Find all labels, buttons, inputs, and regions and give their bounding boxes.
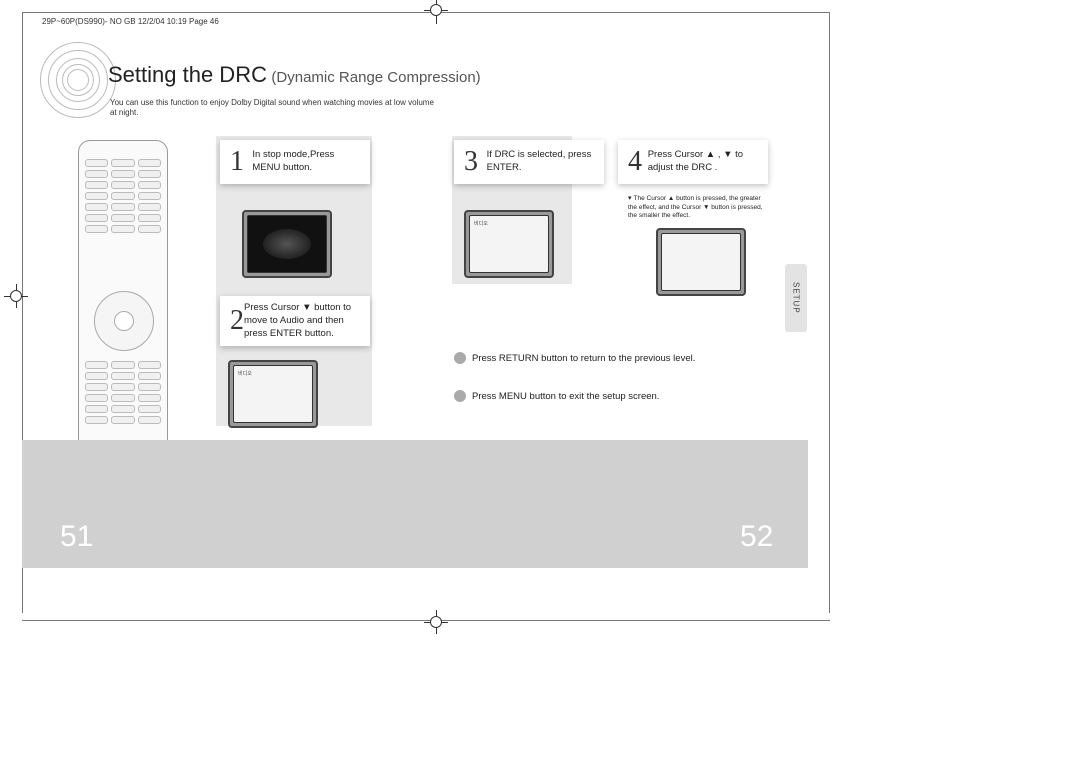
remote-illustration [78,140,168,480]
print-header: 29P~60P(DS990)- NO GB 12/2/04 10:19 Page… [42,17,219,26]
crop-mark [10,290,22,302]
menu-note: Press MENU button to exit the setup scre… [454,390,659,402]
step-text: If DRC is selected, press ENTER. [487,149,594,175]
dot-icon [454,390,466,402]
crop-mark [430,4,442,16]
tv-screenshot-4 [656,228,746,296]
tv-screenshot-1 [242,210,332,278]
page-title: Setting the DRC (Dynamic Range Compressi… [108,62,481,88]
manual-spread: 29P~60P(DS990)- NO GB 12/2/04 10:19 Page… [0,0,1080,763]
step-number: 1 [230,146,252,178]
osd-text: 비디오 [238,370,252,377]
bullet-icon: ▾ [628,195,632,202]
step-text: In stop mode,Press MENU button. [252,149,360,175]
step-number: 2 [230,305,244,337]
decorative-swirl-icon [40,42,116,118]
step4-note: ▾The Cursor ▲ button is pressed, the gre… [628,195,768,220]
dot-icon [454,352,466,364]
step-text: Press Cursor ▼ button to move to Audio a… [244,302,360,340]
title-main: Setting the DRC [108,62,267,87]
osd-text: 비디오 [474,220,488,227]
return-note: Press RETURN button to return to the pre… [454,352,695,364]
frame-rule [829,12,830,613]
step-card-2: 2 Press Cursor ▼ button to move to Audio… [220,296,370,346]
tv-screenshot-2: 비디오 [228,360,318,428]
frame-rule [22,12,830,13]
step-number: 3 [464,146,487,178]
step-card-1: 1 In stop mode,Press MENU button. [220,140,370,184]
title-description: You can use this function to enjoy Dolby… [110,98,440,119]
section-tab-setup: SETUP [785,264,807,332]
crop-mark [430,616,442,628]
page-number-left: 51 [60,520,93,554]
frame-rule [22,620,830,621]
step-card-4: 4 Press Cursor ▲ , ▼ to adjust the DRC . [618,140,768,184]
title-sub: (Dynamic Range Compression) [271,69,480,86]
step-card-3: 3 If DRC is selected, press ENTER. [454,140,604,184]
step-text: Press Cursor ▲ , ▼ to adjust the DRC . [648,149,758,175]
step-number: 4 [628,146,648,178]
page-number-right: 52 [740,520,773,554]
footer-band [22,440,808,568]
tv-screenshot-3: 비디오 [464,210,554,278]
